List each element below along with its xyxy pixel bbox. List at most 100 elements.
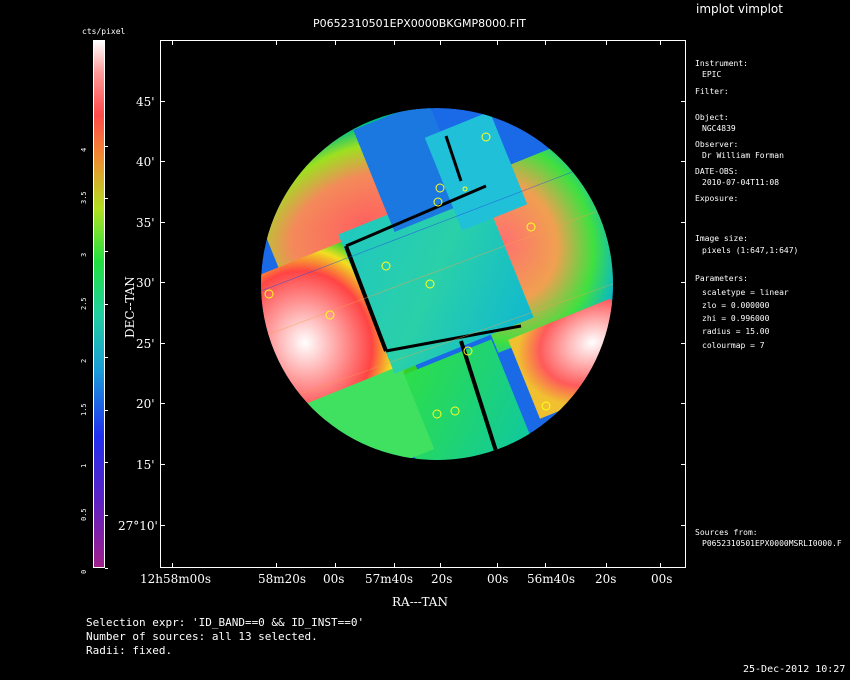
x-tick-0: 12h58m00s bbox=[140, 572, 212, 586]
x-tick-8: 00s bbox=[651, 572, 673, 586]
frame-tick bbox=[440, 563, 441, 568]
x-tick-1: 58m20s bbox=[258, 572, 307, 586]
frame-tick bbox=[276, 40, 277, 45]
x-tick-3: 57m40s bbox=[365, 572, 414, 586]
x-axis-label: RA---TAN bbox=[392, 595, 448, 609]
frame-tick bbox=[160, 525, 165, 526]
frame-tick bbox=[440, 40, 441, 45]
frame-tick bbox=[497, 563, 498, 568]
x-tick-7: 20s bbox=[595, 572, 617, 586]
frame-tick bbox=[394, 40, 395, 45]
frame-tick bbox=[660, 40, 661, 45]
frame-tick bbox=[160, 403, 165, 404]
colorbar-tick-label: 1 bbox=[80, 464, 88, 469]
colorbar-tick bbox=[105, 462, 108, 464]
info-filter-label: Filter: bbox=[695, 87, 729, 96]
colorbar-tick-label: 2 bbox=[80, 358, 88, 363]
info-exposure-label: Exposure: bbox=[695, 194, 739, 203]
frame-tick bbox=[681, 525, 686, 526]
colorbar-tick-label: 3.5 bbox=[80, 191, 88, 205]
colorbar-tick-label: 2.5 bbox=[80, 297, 88, 310]
info-object-value: NGC4839 bbox=[702, 124, 736, 133]
y-tick-45: 45' bbox=[136, 95, 155, 109]
frame-tick bbox=[606, 40, 607, 45]
info-param-scaletype: scaletype = linear bbox=[702, 288, 789, 297]
info-parameters-label: Parameters: bbox=[695, 274, 748, 283]
frame-tick bbox=[681, 222, 686, 223]
colorbar-tick bbox=[105, 145, 108, 147]
colorbar-tick bbox=[105, 568, 108, 569]
frame-tick bbox=[681, 282, 686, 283]
frame-tick bbox=[276, 563, 277, 568]
x-tick-6: 56m40s bbox=[527, 572, 576, 586]
frame-tick bbox=[160, 464, 165, 465]
y-tick-10: 27°10' bbox=[118, 519, 158, 533]
frame-tick bbox=[681, 101, 686, 102]
frame-tick bbox=[172, 40, 173, 45]
info-param-colourmap: colourmap = 7 bbox=[702, 341, 765, 350]
frame-tick bbox=[497, 40, 498, 45]
info-sources-label: Sources from: bbox=[695, 528, 758, 537]
info-image-size-label: Image size: bbox=[695, 234, 748, 243]
colorbar-tick bbox=[105, 198, 108, 200]
frame-tick bbox=[160, 101, 165, 102]
selection-expression: Selection expr: 'ID_BAND==0 && ID_INST==… bbox=[86, 616, 365, 629]
frame-tick bbox=[660, 563, 661, 568]
info-param-zhi: zhi = 0.996000 bbox=[702, 314, 770, 323]
colorbar-tick bbox=[105, 409, 108, 411]
plot-title: P0652310501EPX0000BKGMP8000.FIT bbox=[313, 17, 526, 30]
frame-tick bbox=[681, 161, 686, 162]
y-tick-20: 20' bbox=[136, 397, 155, 411]
x-tick-5: 00s bbox=[487, 572, 509, 586]
colorbar-tick-label: 1.5 bbox=[80, 402, 88, 416]
colorbar bbox=[93, 40, 105, 568]
frame-tick bbox=[172, 563, 173, 568]
info-instrument-label: Instrument: bbox=[695, 59, 748, 68]
info-object-label: Object: bbox=[695, 113, 729, 122]
x-tick-2: 00s bbox=[323, 572, 345, 586]
frame-tick bbox=[335, 40, 336, 45]
colorbar-tick-label: 0 bbox=[80, 569, 88, 574]
y-tick-15: 15' bbox=[136, 458, 155, 472]
frame-tick bbox=[681, 343, 686, 344]
colorbar-tick bbox=[105, 304, 108, 305]
colorbar-label: cts/pixel bbox=[82, 27, 126, 36]
y-tick-40: 40' bbox=[136, 155, 155, 169]
colorbar-tick bbox=[105, 356, 108, 358]
frame-tick bbox=[335, 563, 336, 568]
frame-tick bbox=[160, 282, 165, 283]
frame-tick bbox=[160, 343, 165, 344]
x-tick-4: 20s bbox=[431, 572, 453, 586]
colorbar-tick-label: 0.5 bbox=[80, 508, 88, 522]
frame-tick bbox=[606, 563, 607, 568]
info-instrument-value: EPIC bbox=[702, 70, 722, 79]
window-title: implot vimplot bbox=[696, 2, 783, 16]
info-date-value: 2010-07-04T11:08 bbox=[702, 178, 780, 187]
info-observer-label: Observer: bbox=[695, 140, 739, 149]
colorbar-tick-label: 4 bbox=[80, 147, 88, 152]
frame-tick bbox=[681, 464, 686, 465]
y-tick-35: 35' bbox=[136, 216, 155, 230]
y-axis-label: DEC--TAN bbox=[123, 276, 137, 338]
frame-tick bbox=[160, 161, 165, 162]
info-sources-value: P0652310501EPX0000MSRLI0000.F bbox=[702, 539, 842, 548]
frame-tick bbox=[681, 403, 686, 404]
frame-tick bbox=[160, 222, 165, 223]
colorbar-tick bbox=[105, 251, 108, 253]
info-param-zlo: zlo = 0.000000 bbox=[702, 301, 770, 310]
info-observer-value: Dr William Forman bbox=[702, 151, 784, 160]
info-param-radius: radius = 15.00 bbox=[702, 327, 770, 336]
colorbar-tick bbox=[105, 515, 108, 517]
number-of-sources: Number of sources: all 13 selected. bbox=[86, 630, 318, 643]
y-tick-25: 25' bbox=[136, 337, 155, 351]
timestamp: 25-Dec-2012 10:27 bbox=[743, 664, 846, 675]
image-plot[interactable] bbox=[160, 40, 686, 568]
y-tick-30: 30' bbox=[136, 276, 155, 290]
colorbar-tick-label: 3 bbox=[80, 252, 88, 258]
frame-tick bbox=[545, 40, 546, 45]
frame-tick bbox=[545, 563, 546, 568]
xray-image bbox=[261, 108, 613, 460]
info-date-label: DATE-OBS: bbox=[695, 167, 739, 176]
frame-tick bbox=[394, 563, 395, 568]
radii-text: Radii: fixed. bbox=[86, 644, 173, 657]
